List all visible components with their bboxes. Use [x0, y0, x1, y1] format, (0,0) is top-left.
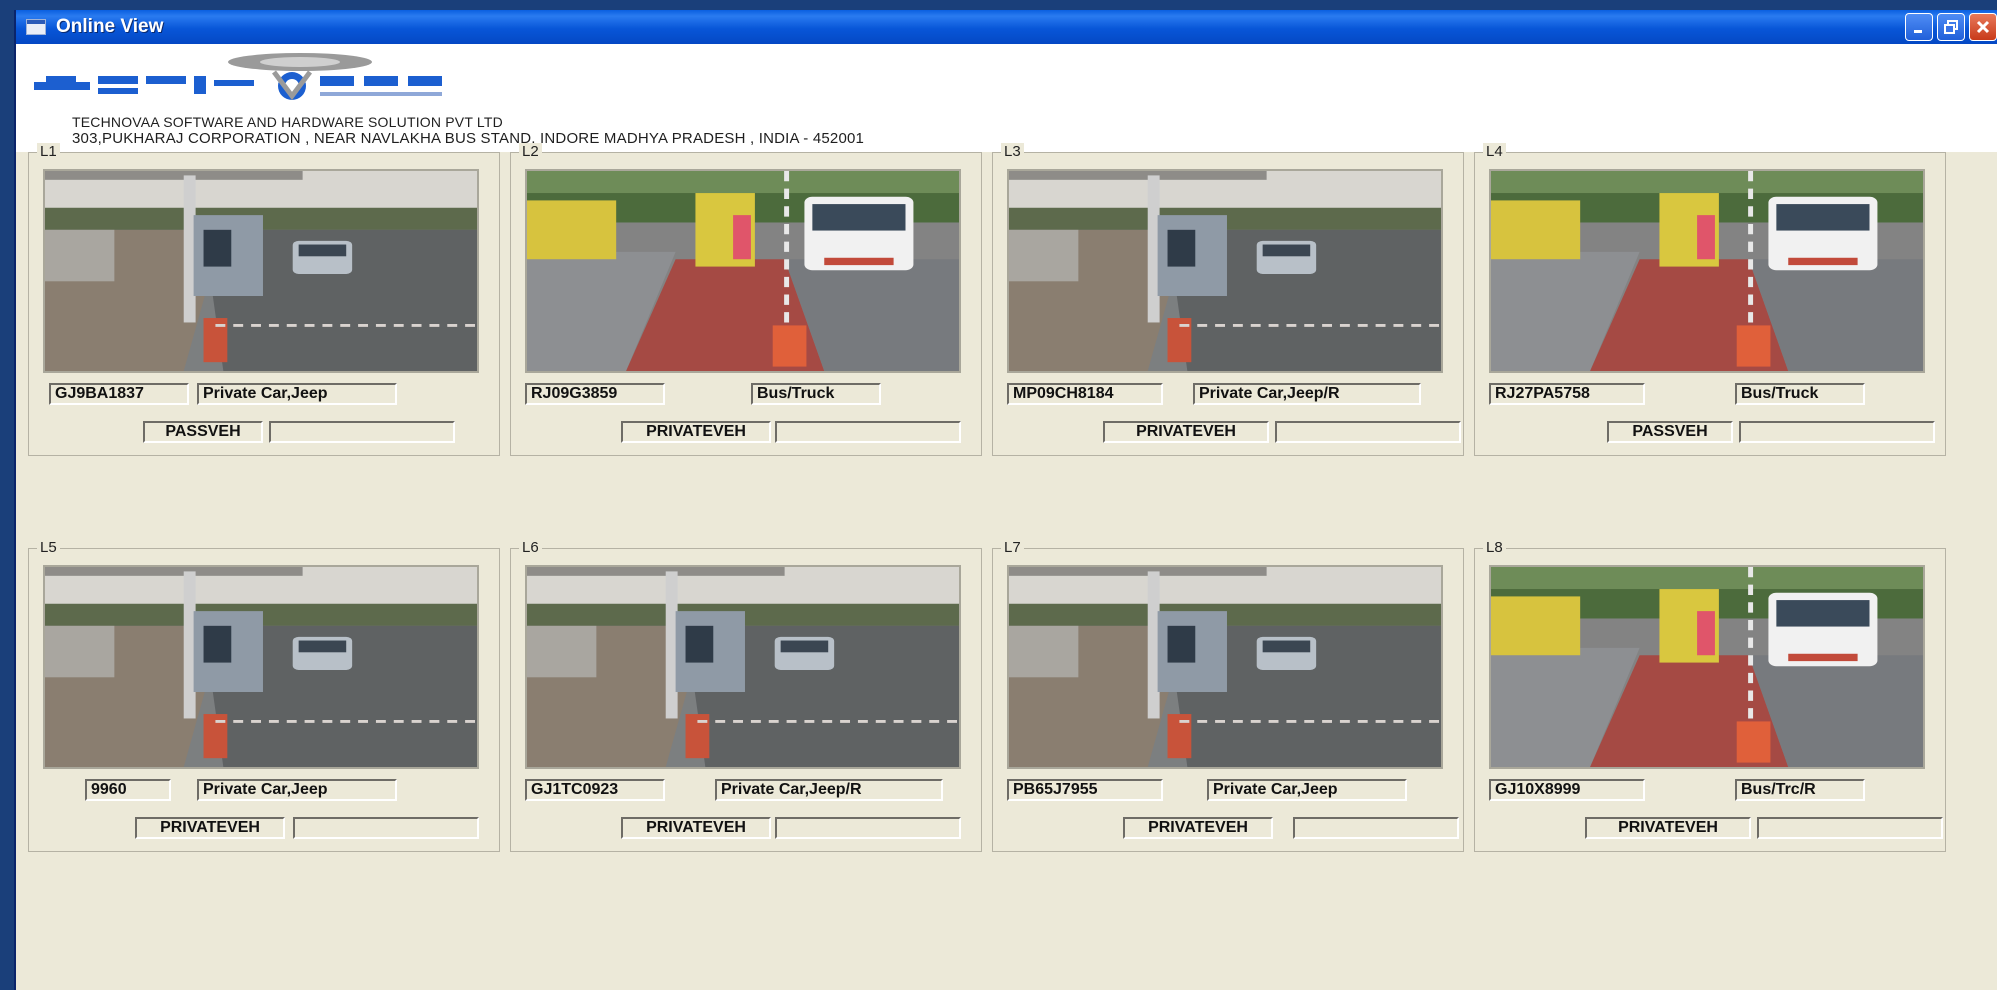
lane-camera-feed[interactable]	[1489, 565, 1925, 769]
lane-label: L8	[1483, 539, 1506, 556]
lane-panel-l4: L4 RJ27PA5758 Bus/Truck PASSVEH	[1474, 143, 1946, 456]
lane-camera-feed[interactable]	[1007, 169, 1443, 373]
vehicle-category-field: PASSVEH	[1607, 421, 1733, 443]
vehicle-category-field: PRIVATEVEH	[1103, 421, 1269, 443]
lanes-grid: L1 GJ9BA1837 Private Car,Jeep PASSVEH L2…	[16, 143, 1966, 952]
lane-camera-feed[interactable]	[525, 169, 961, 373]
lane-remark-field	[293, 817, 479, 839]
vehicle-class-field: Bus/Truck	[1735, 383, 1865, 405]
camera-scene-3	[1009, 171, 1441, 371]
window-controls	[1905, 13, 1997, 41]
vehicle-class-field: Private Car,Jeep	[197, 383, 397, 405]
vehicle-class-field: Private Car,Jeep	[197, 779, 397, 801]
window-icon	[26, 19, 46, 35]
plate-number-field: MP09CH8184	[1007, 383, 1163, 405]
minimize-icon	[1914, 30, 1922, 33]
camera-scene-6	[527, 567, 959, 767]
lane-label: L3	[1001, 143, 1024, 160]
lane-panel-l5: L5 9960 Private Car,Jeep PRIVATEVEH	[28, 539, 500, 852]
lane-panel-l2: L2 RJ09G3859 Bus/Truck PRIVATEVEH	[510, 143, 982, 456]
plate-number-field: GJ1TC0923	[525, 779, 665, 801]
lane-panel-l3: L3 MP09CH8184 Private Car,Jeep/R PRIVATE…	[992, 143, 1464, 456]
plate-number-field: GJ9BA1837	[49, 383, 189, 405]
lane-remark-field	[1275, 421, 1461, 443]
restore-button[interactable]	[1937, 13, 1965, 41]
lane-remark-field	[1293, 817, 1459, 839]
lane-label: L7	[1001, 539, 1024, 556]
company-address: 303,PUKHARAJ CORPORATION , NEAR NAVLAKHA…	[72, 130, 865, 147]
window-title: Online View	[56, 16, 164, 37]
plate-number-field: RJ09G3859	[525, 383, 665, 405]
vehicle-category-field: PRIVATEVEH	[135, 817, 285, 839]
lane-camera-feed[interactable]	[525, 565, 961, 769]
lane-label: L4	[1483, 143, 1506, 160]
lane-panel-l8: L8 GJ10X8999 Bus/Trc/R PRIVATEVEH	[1474, 539, 1946, 852]
camera-scene-5	[45, 567, 477, 767]
vehicle-class-field: Private Car,Jeep/R	[715, 779, 943, 801]
plate-number-field: GJ10X8999	[1489, 779, 1645, 801]
vehicle-class-field: Bus/Trc/R	[1735, 779, 1865, 801]
plate-number-field: RJ27PA5758	[1489, 383, 1645, 405]
close-icon	[1976, 20, 1990, 34]
vehicle-class-field: Bus/Truck	[751, 383, 881, 405]
lane-camera-feed[interactable]	[1007, 565, 1443, 769]
vehicle-category-field: PRIVATEVEH	[1123, 817, 1273, 839]
vehicle-category-field: PRIVATEVEH	[621, 817, 771, 839]
lane-panel-l7: L7 PB65J7955 Private Car,Jeep PRIVATEVEH	[992, 539, 1464, 852]
vehicle-class-field: Private Car,Jeep	[1207, 779, 1407, 801]
lane-label: L6	[519, 539, 542, 556]
vehicle-class-field: Private Car,Jeep/R	[1193, 383, 1421, 405]
camera-scene-1	[45, 171, 477, 371]
camera-scene-8	[1491, 567, 1923, 767]
lane-remark-field	[269, 421, 455, 443]
title-bar[interactable]: Online View	[16, 10, 1997, 44]
lane-remark-field	[775, 817, 961, 839]
camera-scene-2	[527, 171, 959, 371]
technovaa-logo	[34, 53, 442, 101]
company-name: TECHNOVAA SOFTWARE AND HARDWARE SOLUTION…	[72, 114, 503, 130]
camera-scene-4	[1491, 171, 1923, 371]
vehicle-category-field: PASSVEH	[143, 421, 263, 443]
close-button[interactable]	[1969, 13, 1997, 41]
lane-panel-l1: L1 GJ9BA1837 Private Car,Jeep PASSVEH	[28, 143, 500, 456]
lane-label: L1	[37, 143, 60, 160]
lane-label: L5	[37, 539, 60, 556]
lane-camera-feed[interactable]	[1489, 169, 1925, 373]
lane-panel-l6: L6 GJ1TC0923 Private Car,Jeep/R PRIVATEV…	[510, 539, 982, 852]
vehicle-category-field: PRIVATEVEH	[621, 421, 771, 443]
lane-camera-feed[interactable]	[43, 565, 479, 769]
online-view-window: Online View TECHNOVAA SOFTWARE AND HARDW…	[14, 10, 1997, 990]
lane-camera-feed[interactable]	[43, 169, 479, 373]
restore-icon	[1944, 20, 1958, 34]
plate-number-field: PB65J7955	[1007, 779, 1163, 801]
plate-number-field: 9960	[85, 779, 171, 801]
lane-label: L2	[519, 143, 542, 160]
lane-remark-field	[1739, 421, 1935, 443]
minimize-button[interactable]	[1905, 13, 1933, 41]
vehicle-category-field: PRIVATEVEH	[1585, 817, 1751, 839]
company-header: TECHNOVAA SOFTWARE AND HARDWARE SOLUTION…	[16, 44, 1997, 152]
lane-remark-field	[775, 421, 961, 443]
lane-remark-field	[1757, 817, 1943, 839]
camera-scene-7	[1009, 567, 1441, 767]
